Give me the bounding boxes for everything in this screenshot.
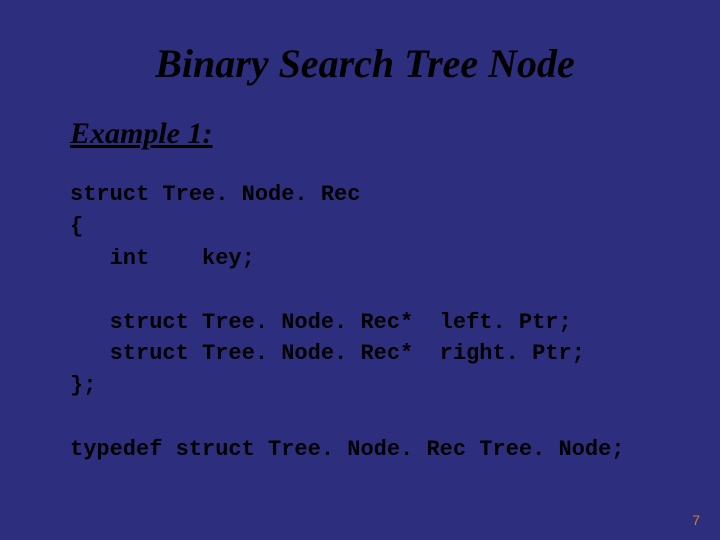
code-line: int key; xyxy=(70,246,255,271)
code-block: struct Tree. Node. Rec { int key; struct… xyxy=(70,179,660,466)
code-line: typedef struct Tree. Node. Rec Tree. Nod… xyxy=(70,437,625,462)
code-line: }; xyxy=(70,373,96,398)
example-heading: Example 1: xyxy=(70,117,660,151)
page-number: 7 xyxy=(692,512,700,528)
code-line: struct Tree. Node. Rec* left. Ptr; xyxy=(70,310,572,335)
code-line: struct Tree. Node. Rec xyxy=(70,182,360,207)
code-line: { xyxy=(70,214,83,239)
slide-title: Binary Search Tree Node xyxy=(70,40,660,87)
code-line: struct Tree. Node. Rec* right. Ptr; xyxy=(70,341,585,366)
slide: Binary Search Tree Node Example 1: struc… xyxy=(0,0,720,540)
